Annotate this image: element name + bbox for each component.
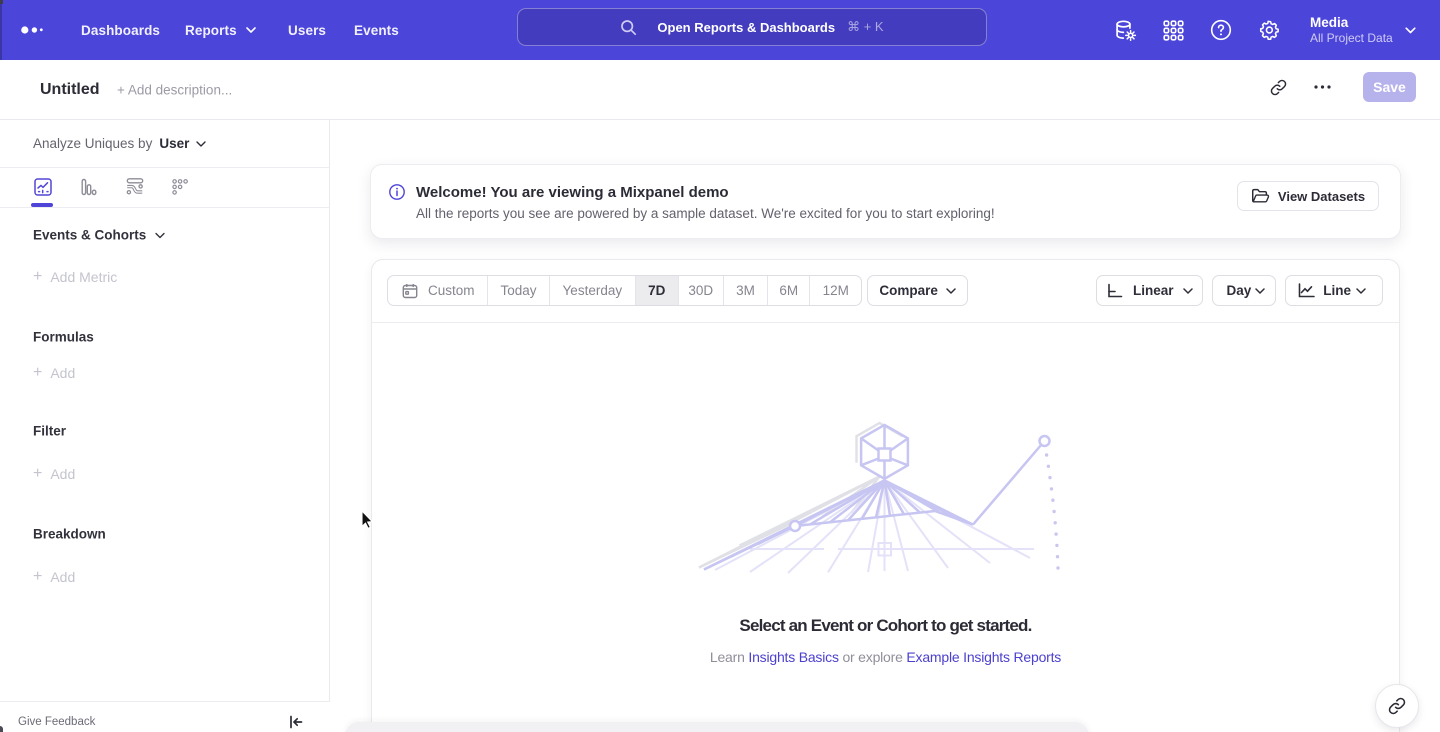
chevron-down-icon [1183,288,1193,294]
sidebar-divider [0,207,330,208]
window-edge-artifact [0,0,2,60]
banner-title: Welcome! You are viewing a Mixpanel demo [416,184,729,201]
analyze-label: Analyze Uniques by [33,136,152,151]
query-sidebar: Analyze Uniques by User [0,120,330,732]
date-3m[interactable]: 3M [724,276,769,305]
insights-basics-link[interactable]: Insights Basics [748,649,838,665]
floating-share-button[interactable] [1375,684,1419,728]
nav-dashboards[interactable]: Dashboards [81,23,160,38]
add-formula-button[interactable]: + Add [33,364,75,382]
date-today[interactable]: Today [488,276,550,305]
controls-divider [372,322,1399,323]
help-icon[interactable] [1197,10,1245,50]
date-7d[interactable]: 7D [636,276,679,305]
date-custom[interactable]: Custom [388,276,488,305]
mouse-cursor [361,510,374,529]
navbar-right: Media All Project Data [1101,0,1440,60]
plus-icon: + [33,268,42,286]
formulas-header: Formulas [33,330,94,345]
chevron-down-icon [946,288,956,294]
chevron-down-icon [1356,288,1366,294]
chevron-down-icon [196,141,206,147]
apps-grid-icon[interactable] [1149,10,1197,50]
project-scope: All Project Data [1310,31,1393,46]
give-feedback-link[interactable]: Give Feedback [18,716,95,728]
filter-header: Filter [33,424,66,439]
chart-display-controls: Linear Day Line [1096,275,1383,306]
report-title[interactable]: Untitled [40,81,100,99]
add-metric-button[interactable]: + Add Metric [33,268,117,286]
copy-link-icon[interactable] [1256,69,1300,105]
tab-flows[interactable] [116,168,154,206]
axis-icon [1107,283,1123,298]
bottom-drawer-peek[interactable] [345,722,1089,732]
plus-icon: + [33,364,42,382]
example-reports-link[interactable]: Example Insights Reports [906,649,1061,665]
analyze-value-dropdown[interactable]: User [159,136,189,151]
scale-button[interactable]: Linear [1096,275,1204,306]
chevron-down-icon [1255,288,1265,294]
date-30d[interactable]: 30D [679,276,724,305]
view-datasets-button[interactable]: View Datasets [1237,181,1379,211]
add-filter-button[interactable]: + Add [33,465,75,483]
chart-type-tabs [0,168,330,207]
calendar-icon [402,283,418,299]
report-description-placeholder[interactable]: + Add description... [117,82,232,97]
date-12m[interactable]: 12M [810,276,861,305]
date-range-group: Custom Today Yesterday 7D 30D 3M 6M 12M [387,275,862,306]
save-button[interactable]: Save [1363,72,1416,102]
corner-artifact [0,726,3,732]
line-chart-icon [1298,283,1315,298]
link-icon [1388,697,1406,715]
add-breakdown-button[interactable]: + Add [33,568,75,586]
search-icon [620,19,637,36]
settings-gear-icon[interactable] [1245,10,1293,50]
nav-reports[interactable]: Reports [185,23,256,38]
project-chevron-icon[interactable] [1405,27,1416,34]
tab-bar[interactable] [69,168,107,206]
nav-events[interactable]: Events [354,23,399,38]
project-selector[interactable]: Media All Project Data [1310,14,1393,46]
info-icon [389,184,405,200]
chart-type-button[interactable]: Line [1285,275,1383,306]
tab-insights[interactable] [24,168,62,206]
plus-icon: + [33,465,42,483]
nav-users[interactable]: Users [288,23,326,38]
date-6m[interactable]: 6M [768,276,810,305]
chevron-down-icon [246,27,256,33]
search-placeholder: Open Reports & Dashboards [657,20,835,35]
report-actions: Save [1256,57,1440,117]
search-shortcut: ⌘ + K [847,19,884,35]
folder-open-icon [1251,188,1270,204]
empty-state-subtitle: Learn Insights Basics or explore Example… [371,649,1400,665]
more-options-icon[interactable] [1300,69,1344,105]
report-header: Untitled + Add description... Save [0,60,1440,120]
window-corner-artifact [0,0,3,4]
breakdown-header: Breakdown [33,527,106,542]
plus-icon: + [33,568,42,586]
global-search[interactable]: Open Reports & Dashboards ⌘ + K [517,8,987,46]
mixpanel-logo[interactable] [20,22,46,38]
empty-state-illustration [690,412,1080,577]
project-name: Media [1310,14,1393,31]
top-navbar: Dashboards Reports Users Events Open Rep… [0,0,1440,60]
empty-state-title: Select an Event or Cohort to get started… [371,616,1400,636]
tab-retention[interactable] [161,168,199,206]
chevron-down-icon [155,232,165,238]
analyze-uniques-row: Analyze Uniques by User [33,120,206,167]
data-management-icon[interactable] [1101,10,1149,50]
interval-button[interactable]: Day [1212,275,1276,306]
sidebar-footer: Give Feedback [0,701,330,732]
chart-controls: Custom Today Yesterday 7D 30D 3M 6M 12M … [387,275,968,306]
collapse-sidebar-icon[interactable] [288,714,304,730]
events-cohorts-header[interactable]: Events & Cohorts [33,228,165,243]
banner-subtitle: All the reports you see are powered by a… [416,206,995,221]
compare-button[interactable]: Compare [867,275,968,306]
selected-tab-underline [31,203,53,207]
date-yesterday[interactable]: Yesterday [550,276,636,305]
